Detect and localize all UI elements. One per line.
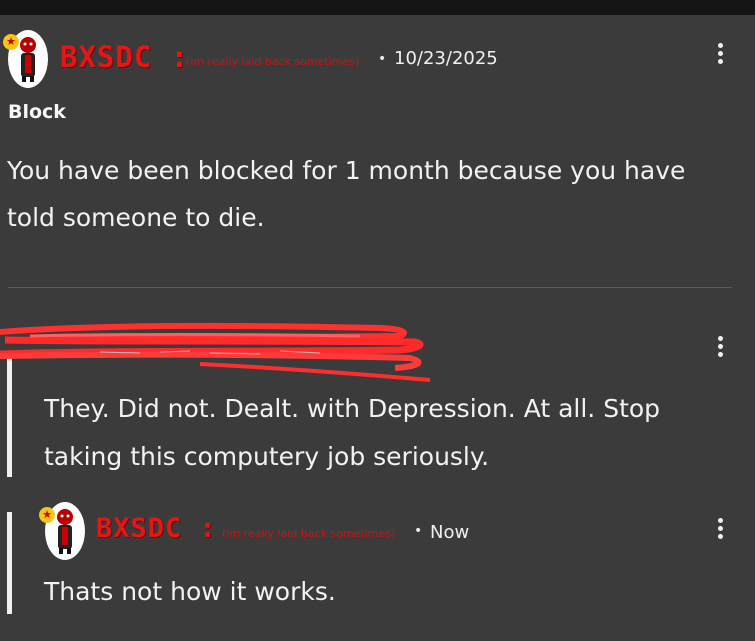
username[interactable]: BXSDC : xyxy=(60,40,189,74)
username[interactable]: BXSDC : xyxy=(96,513,217,544)
post-heading: Block xyxy=(8,101,66,123)
more-options-button[interactable] xyxy=(718,43,724,69)
post-body-line-2: told someone to die. xyxy=(7,203,265,232)
more-options-button[interactable] xyxy=(718,518,724,544)
divider xyxy=(8,287,732,288)
separator: • xyxy=(378,51,387,67)
timestamp: Now xyxy=(430,522,470,543)
more-options-button[interactable] xyxy=(718,336,724,362)
reply-body-line-1: They. Did not. Dealt. with Depression. A… xyxy=(44,394,661,423)
post-body-line-1: You have been blocked for 1 month becaus… xyxy=(7,156,686,185)
star-badge-icon: ★ xyxy=(39,507,55,523)
kebab-menu-icon xyxy=(718,336,723,341)
reply-body: Thats not how it works. xyxy=(44,577,336,606)
user-tagline: (im really laid back sometimes) xyxy=(186,55,360,68)
user-tagline: (im really laid back sometimes) xyxy=(222,527,396,540)
star-badge-icon: ★ xyxy=(3,34,19,50)
redaction-scribble xyxy=(0,322,431,382)
avatar-figure-icon xyxy=(20,37,36,82)
separator: • xyxy=(414,523,423,539)
timestamp: 10/23/2025 xyxy=(394,48,498,69)
kebab-menu-icon xyxy=(718,43,723,48)
top-bar xyxy=(0,0,755,15)
reply-body-line-2: taking this computery job seriously. xyxy=(44,442,490,471)
kebab-menu-icon xyxy=(718,518,723,523)
thread-line xyxy=(7,512,12,614)
avatar-figure-icon xyxy=(57,509,73,554)
